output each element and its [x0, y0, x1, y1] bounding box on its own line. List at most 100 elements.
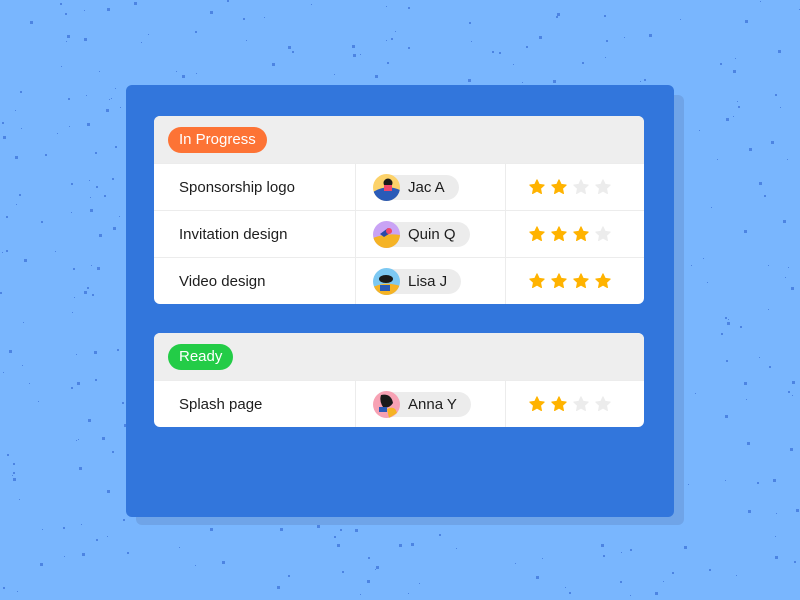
speckle [65, 12, 68, 15]
speckle [310, 4, 312, 6]
speckle [541, 557, 543, 559]
speckle [66, 41, 68, 43]
speckle [101, 437, 105, 441]
speckle [341, 571, 344, 574]
star-filled-icon[interactable] [594, 272, 612, 290]
speckle [387, 62, 390, 65]
speckle [87, 123, 91, 127]
speckle [603, 554, 606, 557]
assignee-chip[interactable]: Lisa J [373, 267, 462, 295]
speckle [80, 524, 82, 526]
star-empty-icon[interactable] [594, 225, 612, 243]
task-name[interactable]: Video design [154, 258, 356, 304]
star-filled-icon[interactable] [528, 178, 546, 196]
speckle [359, 593, 361, 595]
speckle [407, 592, 409, 594]
speckle [408, 47, 411, 50]
table-row[interactable]: Sponsorship logo Jac A [154, 163, 644, 210]
table-row[interactable]: Splash page Anna Y [154, 380, 644, 427]
status-group-ready: Ready Splash page Anna Y [154, 333, 644, 427]
speckle [644, 79, 647, 82]
speckle [525, 45, 528, 48]
star-filled-icon[interactable] [528, 272, 546, 290]
speckle [72, 311, 74, 313]
speckle [62, 527, 65, 530]
speckle [21, 127, 23, 129]
speckle [655, 592, 659, 596]
star-filled-icon[interactable] [550, 272, 568, 290]
star-empty-icon[interactable] [594, 395, 612, 413]
table-row[interactable]: Video design Lisa J [154, 257, 644, 304]
speckle [71, 386, 74, 389]
avatar-lisa [373, 267, 400, 295]
speckle [735, 57, 737, 59]
star-filled-icon[interactable] [572, 272, 590, 290]
speckle [119, 106, 121, 108]
speckle [333, 74, 335, 76]
star-filled-icon[interactable] [550, 225, 568, 243]
speckle [601, 543, 605, 547]
speckle [522, 81, 524, 83]
star-filled-icon[interactable] [528, 225, 546, 243]
speckle [732, 116, 734, 118]
speckle [19, 194, 22, 197]
status-badge[interactable]: Ready [168, 343, 234, 370]
speckle [2, 371, 4, 373]
speckle [9, 349, 13, 353]
speckle [41, 528, 43, 530]
assignee-chip[interactable]: Quin Q [373, 220, 470, 248]
speckle [115, 88, 117, 90]
speckle [227, 0, 230, 2]
speckle [603, 14, 606, 17]
group-header: In Progress [154, 116, 644, 163]
speckle [759, 1, 761, 3]
speckle [74, 296, 76, 298]
task-name[interactable]: Sponsorship logo [154, 164, 356, 210]
star-rating[interactable] [506, 211, 644, 257]
speckle [6, 453, 9, 456]
star-empty-icon[interactable] [572, 395, 590, 413]
avatar-anna [373, 390, 400, 418]
speckle [122, 401, 125, 404]
speckle [73, 268, 76, 271]
speckle [788, 267, 790, 269]
star-rating[interactable] [506, 164, 644, 210]
speckle [277, 586, 281, 590]
speckle [687, 484, 689, 485]
star-rating[interactable] [506, 258, 644, 304]
task-name[interactable]: Splash page [154, 381, 356, 427]
status-badge[interactable]: In Progress [168, 126, 267, 153]
star-filled-icon[interactable] [572, 225, 590, 243]
speckle [795, 509, 799, 512]
star-empty-icon[interactable] [594, 178, 612, 196]
speckle [45, 154, 48, 157]
assignee-chip[interactable]: Anna Y [373, 390, 471, 418]
star-filled-icon[interactable] [528, 395, 546, 413]
star-empty-icon[interactable] [572, 178, 590, 196]
speckle [83, 9, 85, 11]
table-row[interactable]: Invitation design Quin Q [154, 210, 644, 257]
speckle [2, 122, 5, 125]
speckle [471, 40, 473, 42]
speckle [720, 62, 723, 65]
task-name[interactable]: Invitation design [154, 211, 356, 257]
speckle [222, 561, 226, 565]
speckle [106, 489, 110, 493]
speckle [13, 477, 17, 481]
speckle [111, 98, 113, 100]
speckle [568, 591, 571, 594]
star-filled-icon[interactable] [550, 178, 568, 196]
speckle [699, 130, 701, 132]
speckle [355, 529, 359, 533]
assignee-name: Jac A [408, 178, 445, 196]
speckle [438, 533, 441, 536]
star-filled-icon[interactable] [550, 395, 568, 413]
speckle [745, 399, 747, 401]
speckle [770, 141, 774, 145]
star-rating[interactable] [506, 381, 644, 427]
speckle [649, 34, 653, 38]
speckle [84, 37, 88, 41]
assignee-chip[interactable]: Jac A [373, 173, 459, 201]
speckle [720, 332, 723, 335]
speckle [514, 563, 516, 565]
